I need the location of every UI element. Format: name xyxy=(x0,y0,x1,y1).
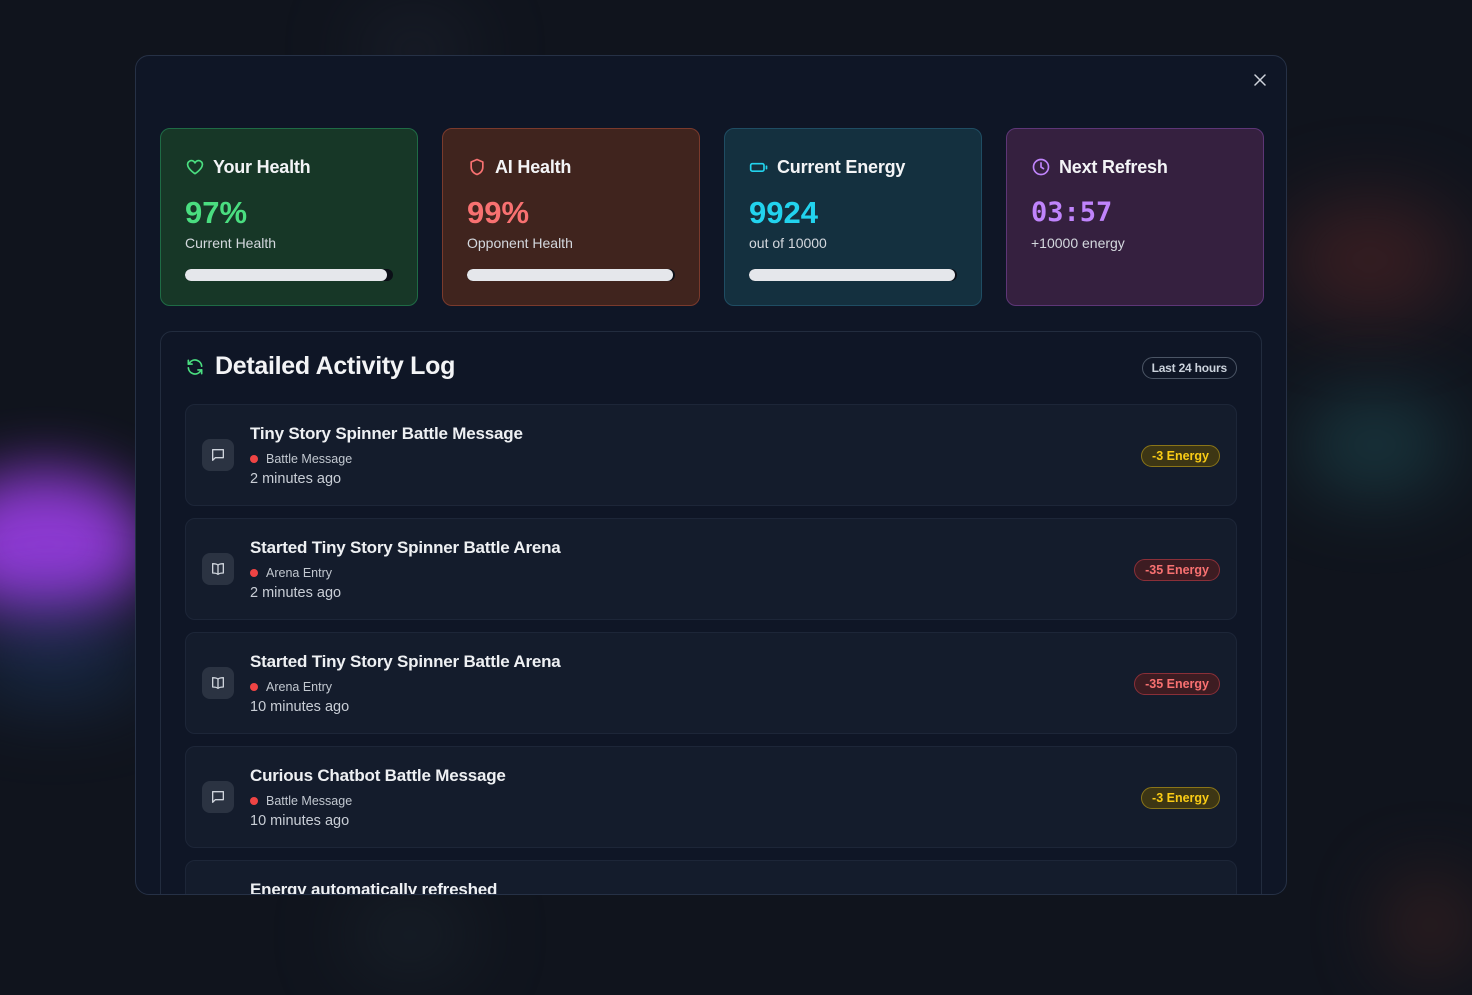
stats-row: Your Health 97% Current Health AI Health… xyxy=(160,128,1264,306)
background-glow xyxy=(1300,400,1450,490)
card-subtitle: +10000 energy xyxy=(1031,235,1125,251)
background-glow xyxy=(1390,880,1470,970)
entry-title: Started Tiny Story Spinner Battle Arena xyxy=(250,538,561,557)
stats-modal: Your Health 97% Current Health AI Health… xyxy=(135,55,1287,895)
entry-category: Battle Message xyxy=(266,794,353,808)
activity-list: Tiny Story Spinner Battle Message Battle… xyxy=(185,404,1237,895)
close-button[interactable] xyxy=(1250,70,1270,90)
activity-entry[interactable]: Started Tiny Story Spinner Battle Arena … xyxy=(185,632,1237,734)
status-dot xyxy=(250,797,258,805)
ai-health-card: AI Health 99% Opponent Health xyxy=(442,128,700,306)
status-dot xyxy=(250,455,258,463)
message-icon xyxy=(212,791,224,803)
book-icon xyxy=(212,563,224,575)
shield-icon xyxy=(470,158,484,176)
time-range-badge: Last 24 hours xyxy=(1141,357,1237,379)
current-energy-card: Current Energy 9924 out of 10000 xyxy=(724,128,982,306)
entry-title: Started Tiny Story Spinner Battle Arena xyxy=(250,652,561,671)
entry-title: Tiny Story Spinner Battle Message xyxy=(250,424,523,443)
activity-entry[interactable]: Curious Chatbot Battle Message Battle Me… xyxy=(185,746,1237,848)
card-title: Your Health xyxy=(213,156,311,177)
energy-cost-badge: -3 Energy xyxy=(1141,445,1220,467)
entry-category: Arena Entry xyxy=(266,566,333,580)
card-subtitle: Current Health xyxy=(185,235,277,251)
close-icon xyxy=(1254,74,1266,86)
entry-time: 10 minutes ago xyxy=(250,699,350,715)
energy-cost-badge: -35 Energy xyxy=(1134,673,1220,695)
entry-time: 2 minutes ago xyxy=(250,585,342,601)
your-health-value: 97% xyxy=(185,195,248,230)
card-title: AI Health xyxy=(495,156,572,177)
book-icon xyxy=(212,677,224,689)
status-dot xyxy=(250,569,258,577)
card-title: Next Refresh xyxy=(1059,156,1168,177)
ai-health-progress xyxy=(467,269,675,281)
energy-cost-badge: -35 Energy xyxy=(1134,559,1220,581)
message-icon xyxy=(212,449,224,461)
entry-time: 2 minutes ago xyxy=(250,471,342,487)
entry-title: Energy automatically refreshed xyxy=(250,880,498,895)
clock-icon xyxy=(1032,158,1050,176)
energy-progress xyxy=(749,269,957,281)
background-glow xyxy=(0,610,150,700)
current-energy-value: 9924 xyxy=(749,195,818,230)
entry-category: Arena Entry xyxy=(266,680,333,694)
battery-icon xyxy=(749,162,768,172)
entry-title: Curious Chatbot Battle Message xyxy=(250,766,506,785)
activity-entry[interactable]: Tiny Story Spinner Battle Message Battle… xyxy=(185,404,1237,506)
card-subtitle: out of 10000 xyxy=(749,235,827,251)
background-glow xyxy=(350,900,470,970)
card-subtitle: Opponent Health xyxy=(467,235,573,251)
energy-cost-badge: -3 Energy xyxy=(1141,787,1220,809)
card-title: Current Energy xyxy=(777,156,906,177)
next-refresh-countdown: 03:57 xyxy=(1031,197,1113,228)
refresh-icon xyxy=(187,358,203,375)
your-health-progress xyxy=(185,269,393,281)
ai-health-value: 99% xyxy=(467,195,530,230)
entry-category: Battle Message xyxy=(266,452,353,466)
next-refresh-card: Next Refresh 03:57 +10000 energy xyxy=(1006,128,1264,306)
activity-entry[interactable]: Energy automatically refreshed xyxy=(185,860,1237,895)
activity-log: Detailed Activity Log Last 24 hours Tiny… xyxy=(160,331,1262,895)
background-glow xyxy=(1280,200,1460,320)
entry-time: 10 minutes ago xyxy=(250,813,350,829)
background-glow xyxy=(0,470,150,620)
your-health-card: Your Health 97% Current Health xyxy=(160,128,418,306)
activity-log-title: Detailed Activity Log xyxy=(215,352,456,380)
status-dot xyxy=(250,683,258,691)
heart-icon xyxy=(186,159,204,175)
activity-entry[interactable]: Started Tiny Story Spinner Battle Arena … xyxy=(185,518,1237,620)
